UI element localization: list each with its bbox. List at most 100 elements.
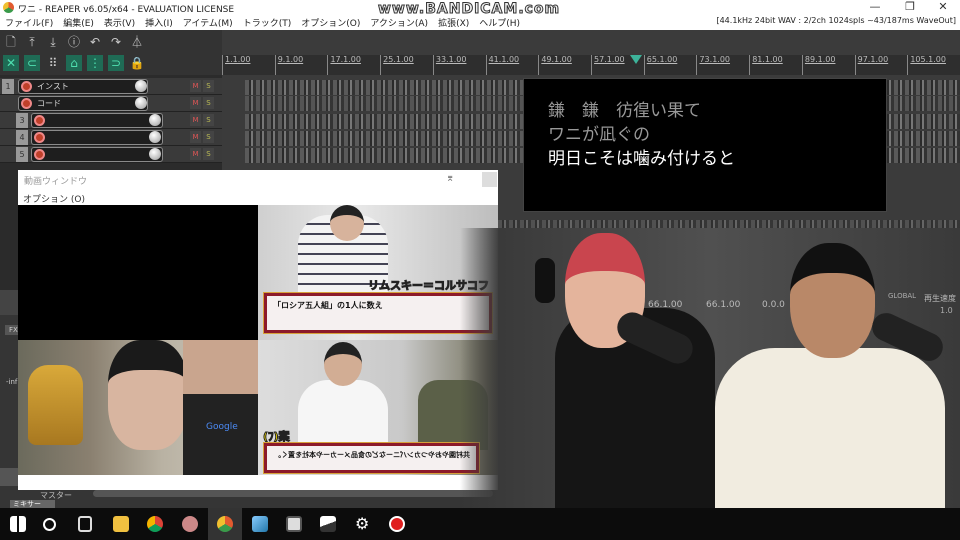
- redo-icon[interactable]: ↷: [108, 34, 124, 50]
- file-explorer-icon[interactable]: [113, 516, 129, 532]
- volume-knob[interactable]: [149, 131, 161, 143]
- bandicam-record-icon[interactable]: [389, 516, 405, 532]
- video-close-button[interactable]: [482, 172, 497, 187]
- mute-button[interactable]: M: [190, 114, 201, 126]
- track-row[interactable]: 1 インスト M S: [0, 78, 222, 95]
- notes-app-icon[interactable]: [252, 516, 268, 532]
- solo-button[interactable]: S: [203, 131, 214, 143]
- track-name[interactable]: [31, 147, 163, 162]
- search-icon[interactable]: [43, 518, 56, 531]
- record-arm-button[interactable]: [34, 132, 45, 143]
- close-button[interactable]: ✕: [928, 0, 958, 15]
- solo-button[interactable]: S: [203, 97, 214, 109]
- loop-icon[interactable]: ⊃: [108, 55, 124, 71]
- lyric-line: ワニが凪ぐの: [548, 125, 650, 145]
- mute-button[interactable]: M: [190, 131, 201, 143]
- record-arm-button[interactable]: [21, 81, 32, 92]
- volume-knob[interactable]: [135, 97, 147, 109]
- chrome-icon[interactable]: [147, 516, 163, 532]
- sketch-app-icon[interactable]: [286, 516, 302, 532]
- record-arm-button[interactable]: [34, 149, 45, 160]
- ruler-tick: 49.1.00: [538, 55, 591, 75]
- lyrics-display: 鎌 鎌 彷徨い果て ワニが凪ぐの 明日こそは噛み付けると: [523, 78, 887, 212]
- settings-gear-icon[interactable]: ⚙: [355, 514, 369, 533]
- position-readout: 66.1.00: [648, 300, 683, 310]
- ruler-tick: 41.1.00: [485, 55, 539, 75]
- video-options-menu[interactable]: オプション (O): [23, 192, 85, 205]
- toolbar: 🗋 ⤒ ⤓ ⓘ ↶ ↷ ⏃ ✕ ⊂ ⠿ ⌂ ⋮ ⊃ 🔒: [0, 30, 222, 75]
- info-icon[interactable]: ⓘ: [66, 34, 82, 50]
- menu-insert[interactable]: 挿入(I): [145, 16, 173, 30]
- photos-icon[interactable]: [320, 516, 336, 532]
- lock-icon[interactable]: 🔒: [129, 55, 145, 71]
- audio-status: [44.1kHz 24bit WAV : 2/2ch 1024spls ~43/…: [716, 16, 956, 25]
- menu-help[interactable]: ヘルプ(H): [479, 16, 520, 30]
- save-project-icon[interactable]: ⤓: [45, 34, 61, 50]
- link-icon[interactable]: ⊂: [24, 55, 40, 71]
- track-name[interactable]: [31, 113, 163, 128]
- playrate-label: 再生速度: [924, 294, 956, 303]
- pharaoh-mask: [28, 365, 83, 445]
- track-name[interactable]: インスト: [18, 79, 148, 94]
- track-row[interactable]: 3 M S: [0, 112, 222, 129]
- record-arm-button[interactable]: [21, 98, 32, 109]
- video-window[interactable]: 動画ウィンドウ オプション (O) ⌆ リムスキー＝コルサコフ 「ロシア五人組」…: [18, 170, 498, 490]
- crossfade-icon[interactable]: ✕: [3, 55, 19, 71]
- playhead-marker[interactable]: [630, 55, 642, 64]
- menu-actions[interactable]: アクション(A): [370, 16, 428, 30]
- track-row[interactable]: 4 M S: [0, 129, 222, 146]
- open-project-icon[interactable]: ⤒: [24, 34, 40, 50]
- undo-icon[interactable]: ↶: [87, 34, 103, 50]
- mute-button[interactable]: M: [190, 148, 201, 160]
- ruler-tick: 33.1.00: [432, 55, 486, 75]
- snap-grid-icon[interactable]: ⋮: [87, 55, 103, 71]
- mute-button[interactable]: M: [190, 80, 201, 92]
- restore-button[interactable]: ❐: [895, 0, 925, 15]
- volume-knob[interactable]: [149, 114, 161, 126]
- grid-icon[interactable]: ⠿: [45, 55, 61, 71]
- ruler-tick: 1.1.00: [222, 55, 275, 75]
- reaper-icon[interactable]: [217, 516, 233, 532]
- playrate-value: 1.0: [940, 306, 953, 315]
- volume-knob[interactable]: [149, 148, 161, 160]
- solo-button[interactable]: S: [203, 148, 214, 160]
- reaper-app-icon: [3, 2, 14, 13]
- menu-options[interactable]: オプション(O): [301, 16, 360, 30]
- lyric-line-current: 明日こそは噛み付けると: [548, 149, 735, 169]
- lyric-line: 鎌 鎌 彷徨い果て: [548, 101, 701, 121]
- menu-file[interactable]: ファイル(F): [5, 16, 53, 30]
- track-row[interactable]: コード M S: [0, 95, 222, 112]
- ripple-icon[interactable]: ⌂: [66, 55, 82, 71]
- menu-item[interactable]: アイテム(M): [183, 16, 233, 30]
- menu-view[interactable]: 表示(V): [104, 16, 135, 30]
- track-name[interactable]: コード: [18, 96, 148, 111]
- new-project-icon[interactable]: 🗋: [3, 34, 19, 50]
- pin-icon[interactable]: ⌆: [446, 173, 454, 184]
- position-readout: 0.0.0: [762, 300, 785, 310]
- track-number: 5: [16, 147, 28, 162]
- track-number: 4: [16, 130, 28, 145]
- track-row[interactable]: 5 M S: [0, 146, 222, 163]
- volume-knob[interactable]: [135, 80, 147, 92]
- track-name[interactable]: [31, 130, 163, 145]
- windows-start-icon[interactable]: [10, 516, 26, 532]
- ruler-tick: 81.1.00: [749, 55, 802, 75]
- metronome-icon[interactable]: ⏃: [129, 34, 145, 50]
- taskbar: ⚙: [0, 508, 960, 540]
- ruler-tick: 17.1.00: [327, 55, 380, 75]
- menu-track[interactable]: トラック(T): [243, 16, 292, 30]
- task-view-icon[interactable]: [78, 516, 92, 532]
- snipping-tool-icon[interactable]: [182, 516, 198, 532]
- solo-button[interactable]: S: [203, 114, 214, 126]
- mute-button[interactable]: M: [190, 97, 201, 109]
- mixer-scrollbar[interactable]: [93, 490, 493, 497]
- solo-button[interactable]: S: [203, 80, 214, 92]
- minimize-button[interactable]: —: [860, 0, 890, 15]
- menu-extensions[interactable]: 拡張(X): [438, 16, 469, 30]
- ruler-tick: 105.1.00: [907, 55, 960, 75]
- window-title: ワニ - REAPER v6.05/x64 - EVALUATION LICEN…: [18, 5, 235, 15]
- video-black-panel: [18, 205, 258, 340]
- record-arm-button[interactable]: [34, 115, 45, 126]
- menu-edit[interactable]: 編集(E): [63, 16, 94, 30]
- timeline-ruler[interactable]: 1.1.00 9.1.00 17.1.00 25.1.00 33.1.00 41…: [222, 55, 960, 75]
